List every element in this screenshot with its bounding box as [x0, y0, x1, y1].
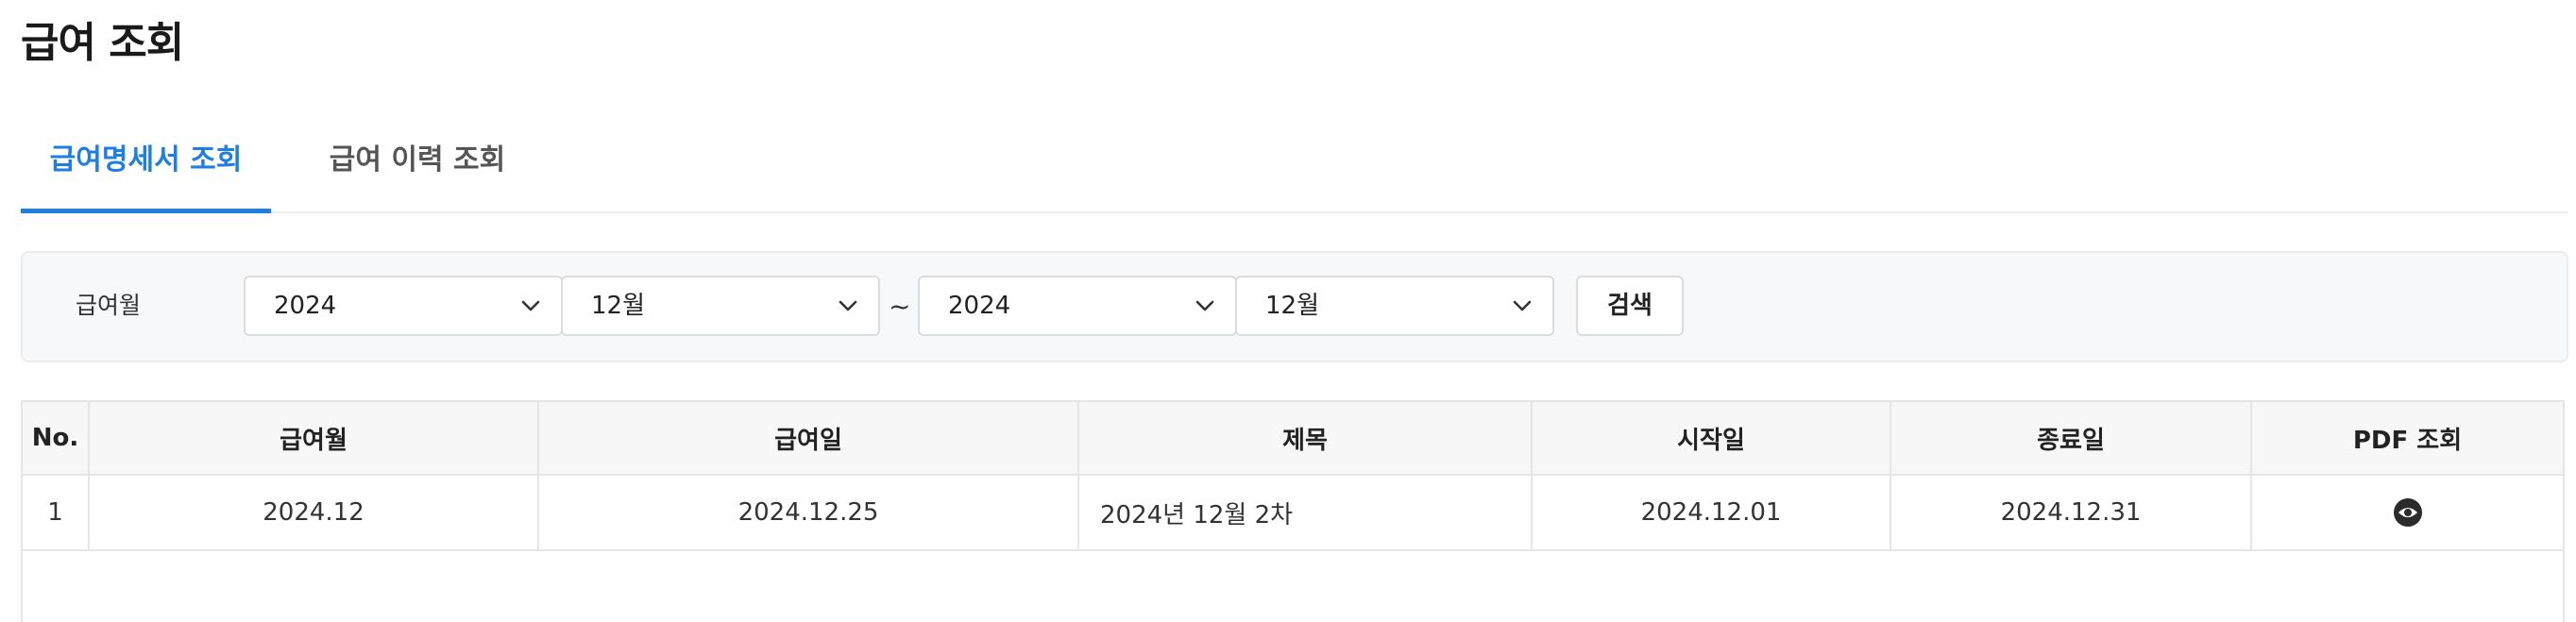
cell-title: 2024년 12월 2차 [1078, 475, 1533, 551]
payslip-table: No. 급여월 급여일 제목 시작일 종료일 PDF 조회 1 2024.12 … [21, 400, 2565, 622]
to-year-select[interactable]: 2024 [918, 276, 1237, 336]
header-no: No. [23, 402, 90, 476]
from-month-select[interactable]: 12월 [561, 276, 880, 336]
tab-pay-history[interactable]: 급여 이력 조회 [304, 123, 531, 210]
pay-month-label: 급여월 [76, 292, 142, 319]
cell-no: 1 [23, 475, 90, 551]
header-end-date: 종료일 [1890, 402, 2252, 476]
from-month-value: 12월 [591, 292, 646, 320]
to-month-select[interactable]: 12월 [1235, 276, 1554, 336]
chevron-down-icon [1513, 300, 1532, 311]
chevron-down-icon [839, 300, 857, 311]
chevron-down-icon [521, 300, 540, 311]
cell-pay-month: 2024.12 [89, 475, 539, 551]
cell-end-date: 2024.12.31 [1890, 475, 2252, 551]
to-month-value: 12월 [1265, 292, 1320, 320]
from-year-value: 2024 [274, 292, 337, 320]
table-row[interactable]: 1 2024.12 2024.12.25 2024년 12월 2차 2024.1… [23, 475, 2563, 551]
page: 급여 조회 급여명세서 조회 급여 이력 조회 급여월 2024 12월 ~ 2… [0, 0, 2576, 622]
header-pay-date: 급여일 [538, 402, 1079, 476]
to-year-value: 2024 [948, 292, 1011, 320]
range-separator: ~ [889, 291, 911, 322]
header-title: 제목 [1078, 402, 1533, 476]
cell-pdf-view [2251, 475, 2563, 551]
cell-start-date: 2024.12.01 [1532, 475, 1891, 551]
header-pay-month: 급여월 [89, 402, 539, 476]
cell-pay-date: 2024.12.25 [538, 475, 1079, 551]
tab-bar: 급여명세서 조회 급여 이력 조회 [21, 123, 2568, 213]
eye-icon[interactable] [2392, 496, 2424, 529]
tab-payslip[interactable]: 급여명세서 조회 [21, 123, 271, 213]
header-start-date: 시작일 [1532, 402, 1891, 476]
search-panel: 급여월 2024 12월 ~ 2024 12월 검색 [21, 251, 2568, 362]
chevron-down-icon [1195, 300, 1214, 311]
search-button[interactable]: 검색 [1576, 276, 1684, 336]
page-title: 급여 조회 [21, 19, 184, 67]
from-year-select[interactable]: 2024 [244, 276, 563, 336]
header-pdf-view: PDF 조회 [2251, 402, 2563, 476]
table-header-row: No. 급여월 급여일 제목 시작일 종료일 PDF 조회 [23, 402, 2563, 476]
